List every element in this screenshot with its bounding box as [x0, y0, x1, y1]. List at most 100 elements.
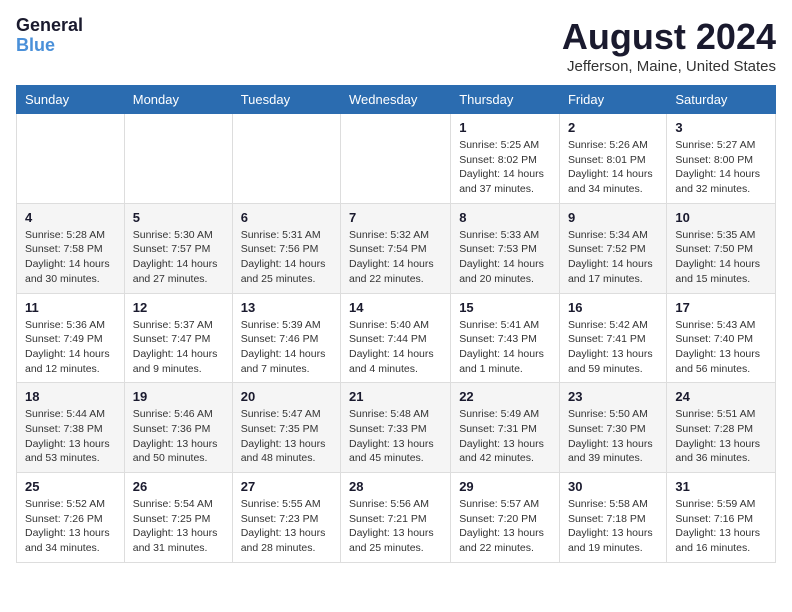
- page-header: General Blue GeneralBlue August 2024 Jef…: [16, 16, 776, 75]
- day-number: 10: [675, 210, 767, 225]
- day-number: 15: [459, 300, 551, 315]
- day-detail: Sunrise: 5:55 AMSunset: 7:23 PMDaylight:…: [241, 497, 332, 556]
- calendar-cell: 14 Sunrise: 5:40 AMSunset: 7:44 PMDaylig…: [341, 293, 451, 383]
- calendar-cell: [124, 114, 232, 204]
- calendar-cell: [341, 114, 451, 204]
- day-number: 26: [133, 479, 224, 494]
- day-number: 4: [25, 210, 116, 225]
- calendar-week-row: 4 Sunrise: 5:28 AMSunset: 7:58 PMDayligh…: [17, 203, 776, 293]
- calendar-cell: 12 Sunrise: 5:37 AMSunset: 7:47 PMDaylig…: [124, 293, 232, 383]
- calendar-cell: 21 Sunrise: 5:48 AMSunset: 7:33 PMDaylig…: [341, 383, 451, 473]
- day-detail: Sunrise: 5:50 AMSunset: 7:30 PMDaylight:…: [568, 407, 658, 466]
- day-detail: Sunrise: 5:46 AMSunset: 7:36 PMDaylight:…: [133, 407, 224, 466]
- calendar-cell: 15 Sunrise: 5:41 AMSunset: 7:43 PMDaylig…: [451, 293, 560, 383]
- header-sunday: Sunday: [17, 86, 125, 114]
- day-detail: Sunrise: 5:56 AMSunset: 7:21 PMDaylight:…: [349, 497, 442, 556]
- calendar-cell: 29 Sunrise: 5:57 AMSunset: 7:20 PMDaylig…: [451, 473, 560, 563]
- calendar-cell: 27 Sunrise: 5:55 AMSunset: 7:23 PMDaylig…: [232, 473, 340, 563]
- day-number: 7: [349, 210, 442, 225]
- header-thursday: Thursday: [451, 86, 560, 114]
- calendar-cell: 3 Sunrise: 5:27 AMSunset: 8:00 PMDayligh…: [667, 114, 776, 204]
- calendar-cell: 28 Sunrise: 5:56 AMSunset: 7:21 PMDaylig…: [341, 473, 451, 563]
- calendar-cell: 19 Sunrise: 5:46 AMSunset: 7:36 PMDaylig…: [124, 383, 232, 473]
- day-detail: Sunrise: 5:37 AMSunset: 7:47 PMDaylight:…: [133, 318, 224, 377]
- calendar-header-row: Sunday Monday Tuesday Wednesday Thursday…: [17, 86, 776, 114]
- calendar-cell: 8 Sunrise: 5:33 AMSunset: 7:53 PMDayligh…: [451, 203, 560, 293]
- day-detail: Sunrise: 5:59 AMSunset: 7:16 PMDaylight:…: [675, 497, 767, 556]
- calendar-cell: 22 Sunrise: 5:49 AMSunset: 7:31 PMDaylig…: [451, 383, 560, 473]
- day-number: 27: [241, 479, 332, 494]
- day-detail: Sunrise: 5:47 AMSunset: 7:35 PMDaylight:…: [241, 407, 332, 466]
- calendar-cell: 1 Sunrise: 5:25 AMSunset: 8:02 PMDayligh…: [451, 114, 560, 204]
- calendar-cell: 20 Sunrise: 5:47 AMSunset: 7:35 PMDaylig…: [232, 383, 340, 473]
- day-number: 8: [459, 210, 551, 225]
- day-detail: Sunrise: 5:58 AMSunset: 7:18 PMDaylight:…: [568, 497, 658, 556]
- calendar-cell: 23 Sunrise: 5:50 AMSunset: 7:30 PMDaylig…: [559, 383, 666, 473]
- calendar-cell: 25 Sunrise: 5:52 AMSunset: 7:26 PMDaylig…: [17, 473, 125, 563]
- day-detail: Sunrise: 5:33 AMSunset: 7:53 PMDaylight:…: [459, 228, 551, 287]
- day-detail: Sunrise: 5:27 AMSunset: 8:00 PMDaylight:…: [675, 138, 767, 197]
- day-number: 6: [241, 210, 332, 225]
- day-number: 18: [25, 389, 116, 404]
- calendar-cell: 24 Sunrise: 5:51 AMSunset: 7:28 PMDaylig…: [667, 383, 776, 473]
- day-detail: Sunrise: 5:25 AMSunset: 8:02 PMDaylight:…: [459, 138, 551, 197]
- day-detail: Sunrise: 5:30 AMSunset: 7:57 PMDaylight:…: [133, 228, 224, 287]
- calendar-week-row: 1 Sunrise: 5:25 AMSunset: 8:02 PMDayligh…: [17, 114, 776, 204]
- day-number: 24: [675, 389, 767, 404]
- calendar-cell: 4 Sunrise: 5:28 AMSunset: 7:58 PMDayligh…: [17, 203, 125, 293]
- day-number: 19: [133, 389, 224, 404]
- logo-text: GeneralBlue: [16, 16, 83, 56]
- day-detail: Sunrise: 5:26 AMSunset: 8:01 PMDaylight:…: [568, 138, 658, 197]
- day-detail: Sunrise: 5:43 AMSunset: 7:40 PMDaylight:…: [675, 318, 767, 377]
- header-saturday: Saturday: [667, 86, 776, 114]
- day-detail: Sunrise: 5:57 AMSunset: 7:20 PMDaylight:…: [459, 497, 551, 556]
- calendar-table: Sunday Monday Tuesday Wednesday Thursday…: [16, 85, 776, 563]
- day-number: 20: [241, 389, 332, 404]
- day-number: 14: [349, 300, 442, 315]
- header-friday: Friday: [559, 86, 666, 114]
- calendar-cell: 26 Sunrise: 5:54 AMSunset: 7:25 PMDaylig…: [124, 473, 232, 563]
- day-detail: Sunrise: 5:48 AMSunset: 7:33 PMDaylight:…: [349, 407, 442, 466]
- day-number: 31: [675, 479, 767, 494]
- calendar-cell: 5 Sunrise: 5:30 AMSunset: 7:57 PMDayligh…: [124, 203, 232, 293]
- day-number: 11: [25, 300, 116, 315]
- calendar-cell: 16 Sunrise: 5:42 AMSunset: 7:41 PMDaylig…: [559, 293, 666, 383]
- day-detail: Sunrise: 5:52 AMSunset: 7:26 PMDaylight:…: [25, 497, 116, 556]
- calendar-cell: 10 Sunrise: 5:35 AMSunset: 7:50 PMDaylig…: [667, 203, 776, 293]
- day-detail: Sunrise: 5:42 AMSunset: 7:41 PMDaylight:…: [568, 318, 658, 377]
- day-detail: Sunrise: 5:35 AMSunset: 7:50 PMDaylight:…: [675, 228, 767, 287]
- month-year-title: August 2024: [562, 16, 776, 58]
- calendar-cell: 11 Sunrise: 5:36 AMSunset: 7:49 PMDaylig…: [17, 293, 125, 383]
- day-detail: Sunrise: 5:44 AMSunset: 7:38 PMDaylight:…: [25, 407, 116, 466]
- day-number: 13: [241, 300, 332, 315]
- day-detail: Sunrise: 5:49 AMSunset: 7:31 PMDaylight:…: [459, 407, 551, 466]
- day-detail: Sunrise: 5:41 AMSunset: 7:43 PMDaylight:…: [459, 318, 551, 377]
- day-detail: Sunrise: 5:40 AMSunset: 7:44 PMDaylight:…: [349, 318, 442, 377]
- day-number: 9: [568, 210, 658, 225]
- day-number: 5: [133, 210, 224, 225]
- day-number: 12: [133, 300, 224, 315]
- day-number: 22: [459, 389, 551, 404]
- day-number: 3: [675, 120, 767, 135]
- day-number: 30: [568, 479, 658, 494]
- title-area: August 2024 Jefferson, Maine, United Sta…: [562, 16, 776, 75]
- day-detail: Sunrise: 5:51 AMSunset: 7:28 PMDaylight:…: [675, 407, 767, 466]
- day-detail: Sunrise: 5:31 AMSunset: 7:56 PMDaylight:…: [241, 228, 332, 287]
- day-detail: Sunrise: 5:32 AMSunset: 7:54 PMDaylight:…: [349, 228, 442, 287]
- day-detail: Sunrise: 5:28 AMSunset: 7:58 PMDaylight:…: [25, 228, 116, 287]
- calendar-cell: 17 Sunrise: 5:43 AMSunset: 7:40 PMDaylig…: [667, 293, 776, 383]
- day-number: 29: [459, 479, 551, 494]
- day-detail: Sunrise: 5:39 AMSunset: 7:46 PMDaylight:…: [241, 318, 332, 377]
- calendar-week-row: 25 Sunrise: 5:52 AMSunset: 7:26 PMDaylig…: [17, 473, 776, 563]
- calendar-cell: 6 Sunrise: 5:31 AMSunset: 7:56 PMDayligh…: [232, 203, 340, 293]
- calendar-cell: 18 Sunrise: 5:44 AMSunset: 7:38 PMDaylig…: [17, 383, 125, 473]
- calendar-cell: 13 Sunrise: 5:39 AMSunset: 7:46 PMDaylig…: [232, 293, 340, 383]
- calendar-cell: [232, 114, 340, 204]
- header-wednesday: Wednesday: [341, 86, 451, 114]
- calendar-cell: 2 Sunrise: 5:26 AMSunset: 8:01 PMDayligh…: [559, 114, 666, 204]
- day-detail: Sunrise: 5:34 AMSunset: 7:52 PMDaylight:…: [568, 228, 658, 287]
- calendar-cell: 7 Sunrise: 5:32 AMSunset: 7:54 PMDayligh…: [341, 203, 451, 293]
- day-number: 21: [349, 389, 442, 404]
- day-detail: Sunrise: 5:54 AMSunset: 7:25 PMDaylight:…: [133, 497, 224, 556]
- logo: General Blue GeneralBlue: [16, 16, 83, 56]
